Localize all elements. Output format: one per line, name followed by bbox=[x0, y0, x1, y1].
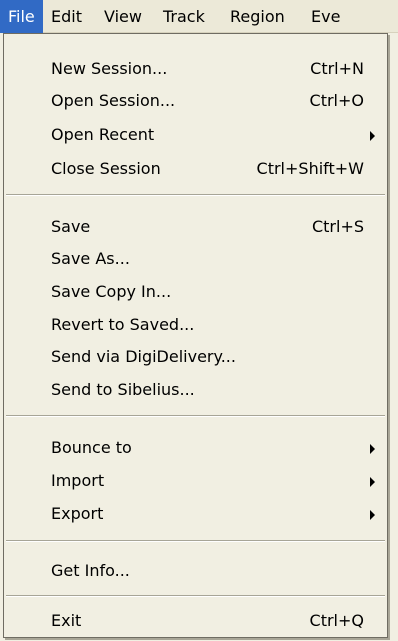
menu-item-label: Bounce to bbox=[51, 438, 132, 457]
menu-item-label: Export bbox=[51, 504, 104, 523]
menu-item-shortcut: Ctrl+Q bbox=[309, 611, 364, 630]
menu-separator bbox=[6, 415, 385, 417]
menu-item-close-session[interactable]: Close Session Ctrl+Shift+W bbox=[4, 154, 387, 184]
submenu-arrow-icon bbox=[370, 444, 375, 454]
menu-item-shortcut: Ctrl+Shift+W bbox=[256, 159, 364, 178]
menu-item-label: Send via DigiDelivery... bbox=[51, 347, 236, 366]
menu-bar: File Edit View Track Region Eve bbox=[0, 0, 398, 33]
menu-item-label: Save Copy In... bbox=[51, 282, 172, 301]
menu-item-shortcut: Ctrl+S bbox=[311, 217, 364, 236]
menu-view[interactable]: View bbox=[96, 0, 150, 33]
menu-item-label: Exit bbox=[51, 611, 82, 630]
menu-file[interactable]: File bbox=[0, 0, 43, 33]
menu-separator bbox=[6, 194, 385, 196]
menu-item-label: Import bbox=[51, 471, 105, 490]
submenu-arrow-icon bbox=[370, 510, 375, 520]
menu-edit[interactable]: Edit bbox=[43, 0, 90, 33]
menu-item-export[interactable]: Export bbox=[4, 499, 387, 529]
submenu-arrow-icon bbox=[370, 131, 375, 141]
menu-item-bounce-to[interactable]: Bounce to bbox=[4, 433, 387, 463]
menu-item-label: Revert to Saved... bbox=[51, 315, 195, 334]
menu-track[interactable]: Track bbox=[155, 0, 213, 33]
menu-item-save-as[interactable]: Save As... bbox=[4, 244, 387, 274]
menu-item-get-info[interactable]: Get Info... bbox=[4, 556, 387, 586]
menu-item-exit[interactable]: Exit Ctrl+Q bbox=[4, 606, 387, 636]
menu-item-new-session[interactable]: New Session... Ctrl+N bbox=[4, 54, 387, 84]
menu-item-shortcut: Ctrl+N bbox=[310, 59, 364, 78]
file-menu-dropdown: New Session... Ctrl+N Open Session... Ct… bbox=[3, 33, 388, 638]
menu-region[interactable]: Region bbox=[222, 0, 293, 33]
menu-item-label: Save As... bbox=[51, 249, 130, 268]
menu-item-label: Close Session bbox=[51, 159, 161, 178]
menu-item-save-copy-in[interactable]: Save Copy In... bbox=[4, 277, 387, 307]
menu-item-label: Get Info... bbox=[51, 561, 130, 580]
menu-separator bbox=[6, 540, 385, 542]
menu-item-open-recent[interactable]: Open Recent bbox=[4, 120, 387, 150]
menu-item-label: New Session... bbox=[51, 59, 168, 78]
menu-item-open-session[interactable]: Open Session... Ctrl+O bbox=[4, 86, 387, 116]
menu-item-save[interactable]: Save Ctrl+S bbox=[4, 212, 387, 242]
menu-item-label: Send to Sibelius... bbox=[51, 380, 195, 399]
menu-item-label: Open Recent bbox=[51, 125, 155, 144]
menu-item-import[interactable]: Import bbox=[4, 466, 387, 496]
submenu-arrow-icon bbox=[370, 477, 375, 487]
menu-item-revert-to-saved[interactable]: Revert to Saved... bbox=[4, 310, 387, 340]
menu-separator bbox=[6, 595, 385, 597]
menu-item-label: Open Session... bbox=[51, 91, 176, 110]
menu-item-label: Save bbox=[51, 217, 91, 236]
menu-item-shortcut: Ctrl+O bbox=[309, 91, 364, 110]
menu-item-send-via-digidelivery[interactable]: Send via DigiDelivery... bbox=[4, 342, 387, 372]
menu-event[interactable]: Eve bbox=[303, 0, 348, 33]
menu-item-send-to-sibelius[interactable]: Send to Sibelius... bbox=[4, 375, 387, 405]
mnemonic-n: N bbox=[51, 59, 63, 78]
